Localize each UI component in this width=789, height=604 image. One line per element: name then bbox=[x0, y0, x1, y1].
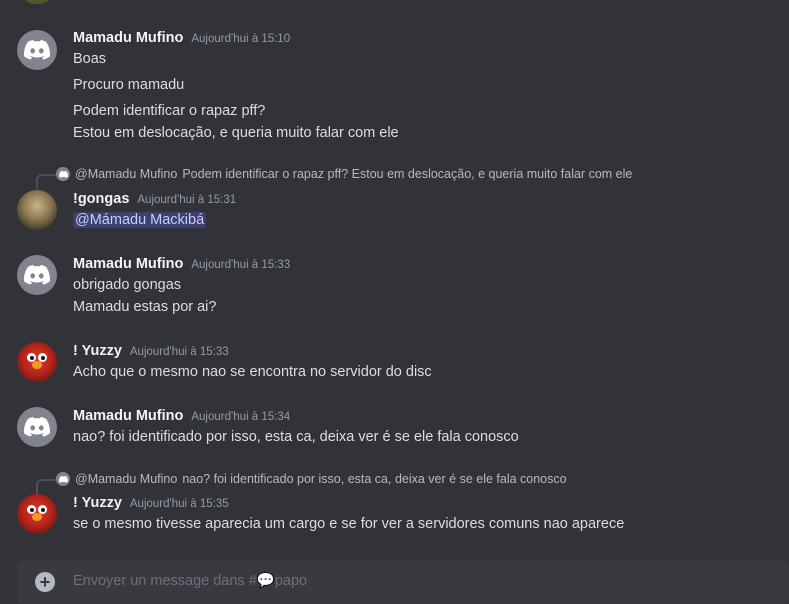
placeholder-text: Envoyer un message dans # bbox=[73, 573, 257, 589]
channel-name: papo bbox=[274, 573, 308, 589]
message-text: Estou em deslocação, e queria muito fala… bbox=[73, 125, 399, 141]
message-text: nao? foi identificado por isso, esta ca,… bbox=[73, 429, 519, 445]
timestamp[interactable]: Aujourd'hui à 15:31 bbox=[137, 194, 236, 206]
message-text: Procuro mamadu bbox=[73, 77, 185, 93]
author-name[interactable]: !gongas bbox=[73, 191, 129, 207]
author-name[interactable]: ! Yuzzy bbox=[73, 343, 122, 359]
message-text: Mamadu estas por ai? bbox=[73, 299, 217, 315]
discord-avatar-icon[interactable] bbox=[17, 255, 57, 295]
partial-avatar-top bbox=[24, 0, 50, 4]
discord-mini-avatar-icon bbox=[56, 472, 70, 486]
reply-author[interactable]: @Mamadu Mufino bbox=[75, 167, 177, 181]
message-text: se o mesmo tivesse aparecia um cargo e s… bbox=[73, 516, 625, 532]
message-text: obrigado gongas bbox=[73, 277, 182, 293]
user-mention[interactable]: @Mámadu Mackibá bbox=[73, 212, 207, 228]
discord-avatar-icon[interactable] bbox=[17, 30, 57, 70]
user-avatar[interactable] bbox=[17, 494, 57, 534]
message-text: Acho que o mesmo nao se encontra no serv… bbox=[73, 364, 432, 380]
reply-author[interactable]: @Mamadu Mufino bbox=[75, 472, 177, 486]
timestamp[interactable]: Aujourd'hui à 15:35 bbox=[130, 498, 229, 510]
timestamp[interactable]: Aujourd'hui à 15:33 bbox=[130, 346, 229, 358]
discord-mini-avatar-icon bbox=[56, 167, 70, 181]
author-name[interactable]: ! Yuzzy bbox=[73, 495, 122, 511]
message-input[interactable]: Envoyer un message dans #💬papo bbox=[73, 572, 307, 589]
user-avatar[interactable] bbox=[17, 190, 57, 230]
timestamp[interactable]: Aujourd'hui à 15:33 bbox=[191, 259, 290, 271]
author-name[interactable]: Mamadu Mufino bbox=[73, 30, 183, 46]
reply-spine bbox=[36, 174, 56, 189]
avatar-nose bbox=[32, 513, 42, 521]
message-composer[interactable]: + Envoyer un message dans #💬papo bbox=[17, 560, 789, 604]
avatar-nose bbox=[32, 361, 42, 369]
discord-avatar-icon[interactable] bbox=[17, 407, 57, 447]
message-text: Podem identificar o rapaz pff? bbox=[73, 103, 266, 119]
timestamp[interactable]: Aujourd'hui à 15:10 bbox=[191, 33, 290, 45]
timestamp[interactable]: Aujourd'hui à 15:34 bbox=[191, 411, 290, 423]
speech-bubble-emoji-icon: 💬 bbox=[256, 573, 275, 589]
reply-preview[interactable]: @Mamadu Mufino nao? foi identificado por… bbox=[36, 472, 567, 494]
author-name[interactable]: Mamadu Mufino bbox=[73, 256, 183, 272]
reply-preview[interactable]: @Mamadu Mufino Podem identificar o rapaz… bbox=[36, 167, 632, 189]
message-text: Boas bbox=[73, 51, 107, 67]
reply-text[interactable]: Podem identificar o rapaz pff? Estou em … bbox=[182, 167, 632, 181]
reply-spine bbox=[36, 479, 56, 494]
user-avatar[interactable] bbox=[17, 342, 57, 382]
reply-text[interactable]: nao? foi identificado por isso, esta ca,… bbox=[182, 472, 566, 486]
author-name[interactable]: Mamadu Mufino bbox=[73, 408, 183, 424]
add-attachment-button[interactable]: + bbox=[35, 572, 55, 592]
